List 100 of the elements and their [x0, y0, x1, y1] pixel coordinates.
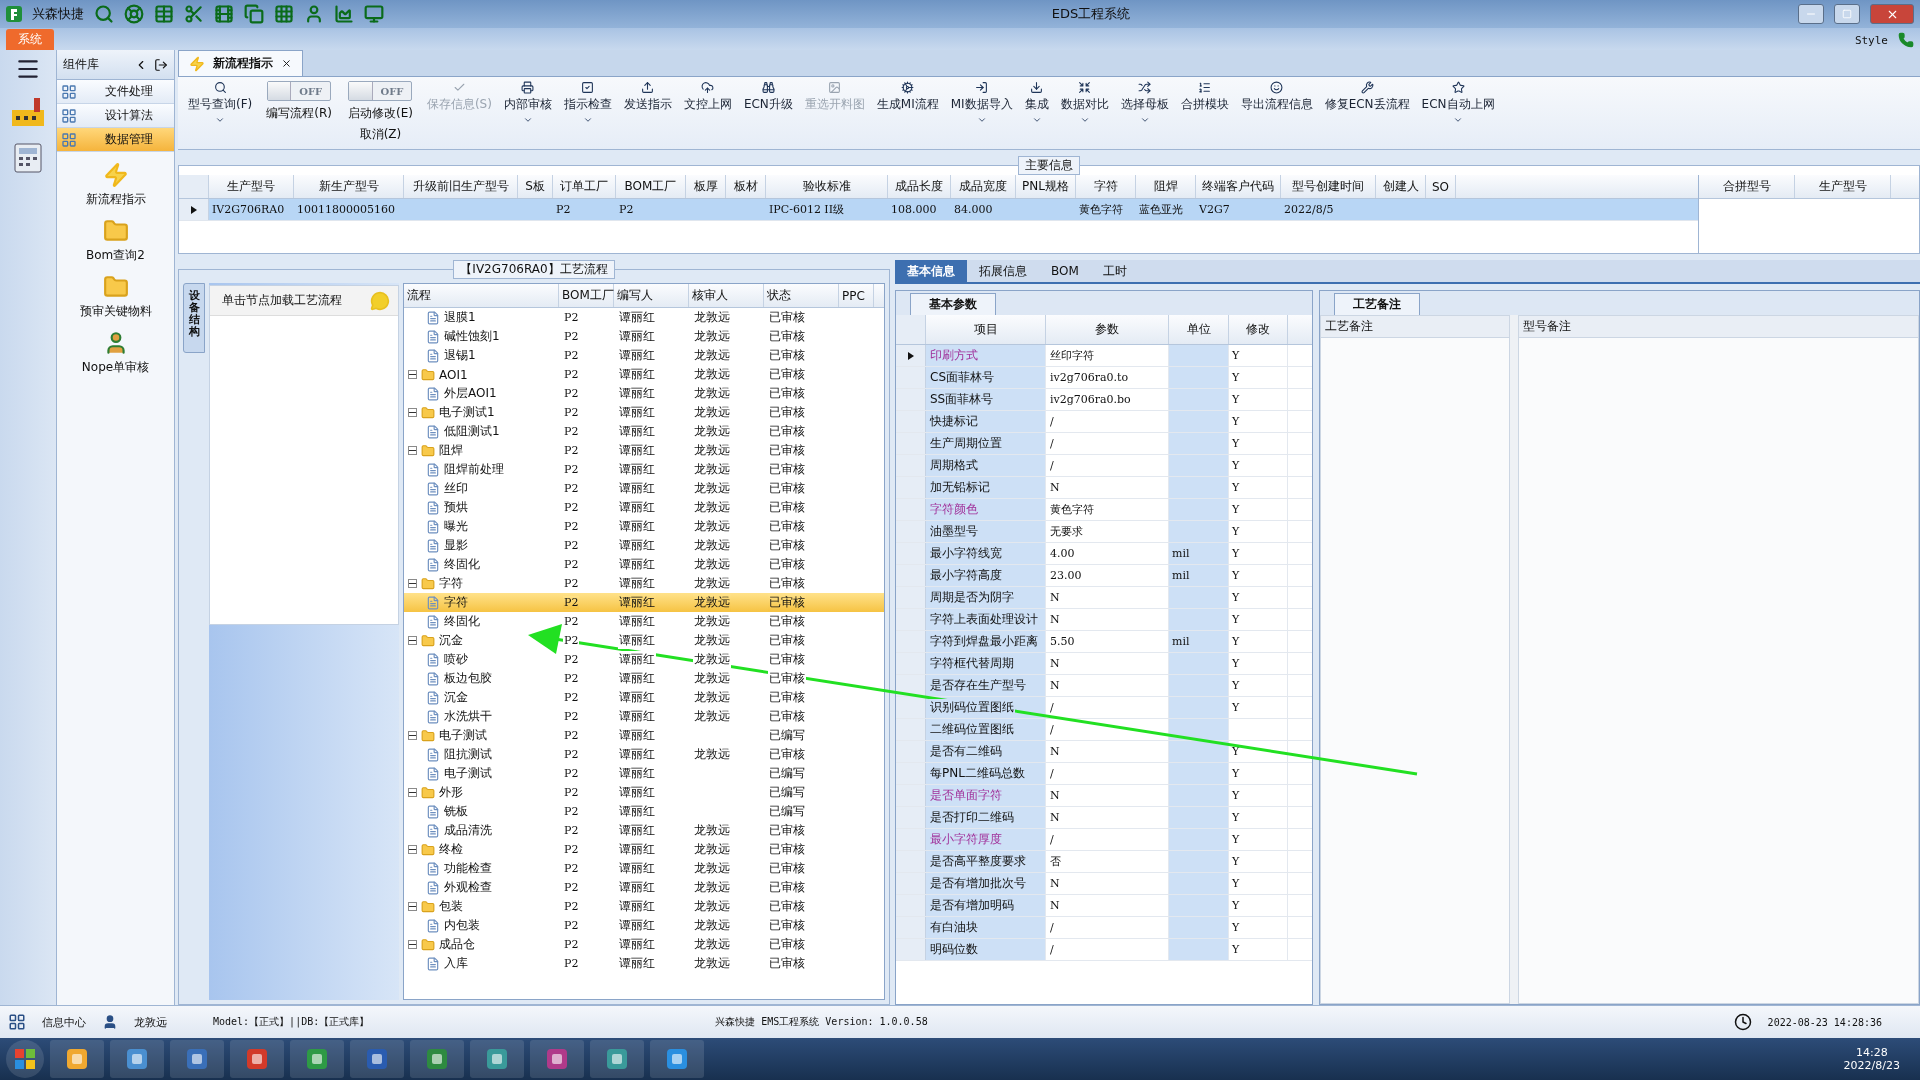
taskbar-app-icon[interactable] [350, 1040, 404, 1078]
column-header[interactable]: 生产型号 [1795, 175, 1891, 198]
column-header[interactable]: 项目 [926, 315, 1046, 344]
table-row[interactable]: 每PNL二维码总数 / Y [896, 763, 1312, 785]
tab[interactable]: 基本信息 [895, 260, 967, 282]
toolbar-button[interactable]: 导出流程信息 [1234, 81, 1319, 113]
toolbar-button[interactable]: 数据对比 [1054, 81, 1115, 125]
scissors-icon[interactable] [184, 4, 204, 24]
tab[interactable]: 拓展信息 [967, 260, 1039, 282]
collapse-icon[interactable] [408, 845, 417, 854]
column-header[interactable]: 修改 [1229, 315, 1288, 344]
taskbar-app-icon[interactable] [530, 1040, 584, 1078]
collapse-icon[interactable] [408, 446, 417, 455]
collapse-icon[interactable] [408, 408, 417, 417]
side-tab[interactable]: 设备结构 [183, 283, 205, 353]
toolbar-button[interactable]: 修复ECN丢流程 [1318, 81, 1416, 113]
column-header[interactable]: 编写人 [614, 284, 689, 307]
collapse-icon[interactable] [408, 940, 417, 949]
table-row[interactable]: 识别码位置图纸 / Y [896, 697, 1312, 719]
grid-icon[interactable] [8, 1013, 26, 1031]
taskbar-app-icon[interactable] [50, 1040, 104, 1078]
column-header[interactable]: 字符 [1076, 175, 1136, 198]
collapse-icon[interactable] [408, 636, 417, 645]
toolbar-button[interactable]: 生成MI流程 [870, 81, 945, 113]
column-header[interactable]: 成品长度 [888, 175, 951, 198]
monitor-icon[interactable] [364, 4, 384, 24]
tab[interactable]: 工时 [1090, 260, 1139, 282]
column-header[interactable]: BOM工厂 [616, 175, 686, 198]
table-row[interactable]: 是否单面字符 N Y [896, 785, 1312, 807]
table-row[interactable]: 二维码位置图纸 / [896, 719, 1312, 741]
collapse-icon[interactable] [408, 370, 417, 379]
sign-in-icon[interactable] [154, 57, 168, 72]
column-header[interactable]: BOM工厂 [559, 284, 614, 307]
minimize-button[interactable] [1798, 4, 1824, 24]
table-icon[interactable] [154, 4, 174, 24]
collapse-icon[interactable] [408, 731, 417, 740]
tool-label[interactable]: 预审关键物料 [79, 303, 152, 320]
table-row[interactable]: 加无铅标记 N Y [896, 477, 1312, 499]
table-row[interactable]: 是否高平整度要求 否 Y [896, 851, 1312, 873]
table-row[interactable]: 印刷方式 丝印字符 Y [896, 345, 1312, 367]
toolbar-button[interactable]: 内部审核 [497, 81, 558, 125]
phone-icon[interactable] [1898, 32, 1914, 48]
taskbar-app-icon[interactable] [110, 1040, 164, 1078]
panel-tab[interactable]: 基本参数 [910, 293, 996, 315]
component-menu-item[interactable]: 文件处理 [57, 80, 174, 104]
column-header[interactable]: 成品宽度 [951, 175, 1016, 198]
column-header[interactable]: 合拼型号 [1699, 175, 1795, 198]
tool-label[interactable]: Nope单审核 [81, 359, 150, 376]
toggle-switch[interactable]: OFF [267, 81, 332, 101]
hint-row[interactable]: 单击节点加载工艺流程 [210, 286, 398, 316]
toggle-switch[interactable]: OFF [348, 81, 413, 101]
table-row[interactable]: 周期格式 / Y [896, 455, 1312, 477]
search-icon[interactable] [94, 4, 114, 24]
table-row[interactable]: 字符上表面处理设计 N Y [896, 609, 1312, 631]
column-header[interactable]: 验收标准 [766, 175, 888, 198]
taskbar-app-icon[interactable] [650, 1040, 704, 1078]
close-icon[interactable] [281, 58, 292, 69]
collapse-icon[interactable] [408, 902, 417, 911]
copy-icon[interactable] [244, 4, 264, 24]
column-header[interactable]: 核审人 [689, 284, 764, 307]
table-row[interactable]: 字符颜色 黄色字符 Y [896, 499, 1312, 521]
column-header[interactable]: 板厚 [686, 175, 726, 198]
toolbar-button[interactable]: 选择母板 [1114, 81, 1175, 125]
table-row[interactable]: 生产周期位置 / Y [896, 433, 1312, 455]
tool-label[interactable]: Bom查询2 [86, 247, 145, 264]
collapse-icon[interactable] [408, 579, 417, 588]
document-tab[interactable]: 新流程指示 [178, 50, 303, 76]
column-header[interactable]: PPC [839, 284, 874, 307]
table-row[interactable]: 有白油块 / Y [896, 917, 1312, 939]
component-menu-item[interactable]: 数据管理 [57, 128, 174, 152]
table-row[interactable]: 是否有二维码 N Y [896, 741, 1312, 763]
table-row[interactable]: 最小字符高度 23.00 mil Y [896, 565, 1312, 587]
taskbar-app-icon[interactable] [290, 1040, 344, 1078]
taskbar-app-icon[interactable] [230, 1040, 284, 1078]
tree-row[interactable]: 字符 P2 谭丽红 龙敦远 已审核 [404, 593, 884, 612]
toolbar-button[interactable]: 合拼模块 [1174, 81, 1235, 113]
column-header[interactable]: 终端客户代码 [1196, 175, 1281, 198]
toolbar-button[interactable]: MI数据导入 [944, 81, 1019, 125]
lifebuoy-icon[interactable] [124, 4, 144, 24]
taskbar-app-icon[interactable] [170, 1040, 224, 1078]
info-center-label[interactable]: 信息中心 [42, 1014, 86, 1030]
table-row[interactable]: 快捷标记 / Y [896, 411, 1312, 433]
table-row[interactable]: 明码位数 / Y [896, 939, 1312, 961]
column-header[interactable]: 阻焊 [1136, 175, 1196, 198]
column-header[interactable]: 生产型号 [209, 175, 294, 198]
grid-icon[interactable] [274, 4, 294, 24]
start-button[interactable] [6, 1040, 44, 1078]
toolbar-button[interactable]: 文控上网 [677, 81, 738, 113]
table-row[interactable]: 最小字符厚度 / Y [896, 829, 1312, 851]
taskbar-app-icon[interactable] [410, 1040, 464, 1078]
column-header[interactable]: 板材 [726, 175, 766, 198]
tab[interactable]: BOM [1039, 260, 1091, 282]
column-header[interactable]: 流程 [404, 284, 559, 307]
table-row[interactable]: 是否存在生产型号 N Y [896, 675, 1312, 697]
restore-button[interactable] [1834, 4, 1860, 24]
table-row[interactable]: 是否打印二维码 N Y [896, 807, 1312, 829]
component-menu-item[interactable]: 设计算法 [57, 104, 174, 128]
column-header[interactable]: S板 [518, 175, 553, 198]
collapse-icon[interactable] [408, 788, 417, 797]
taskbar-app-icon[interactable] [590, 1040, 644, 1078]
